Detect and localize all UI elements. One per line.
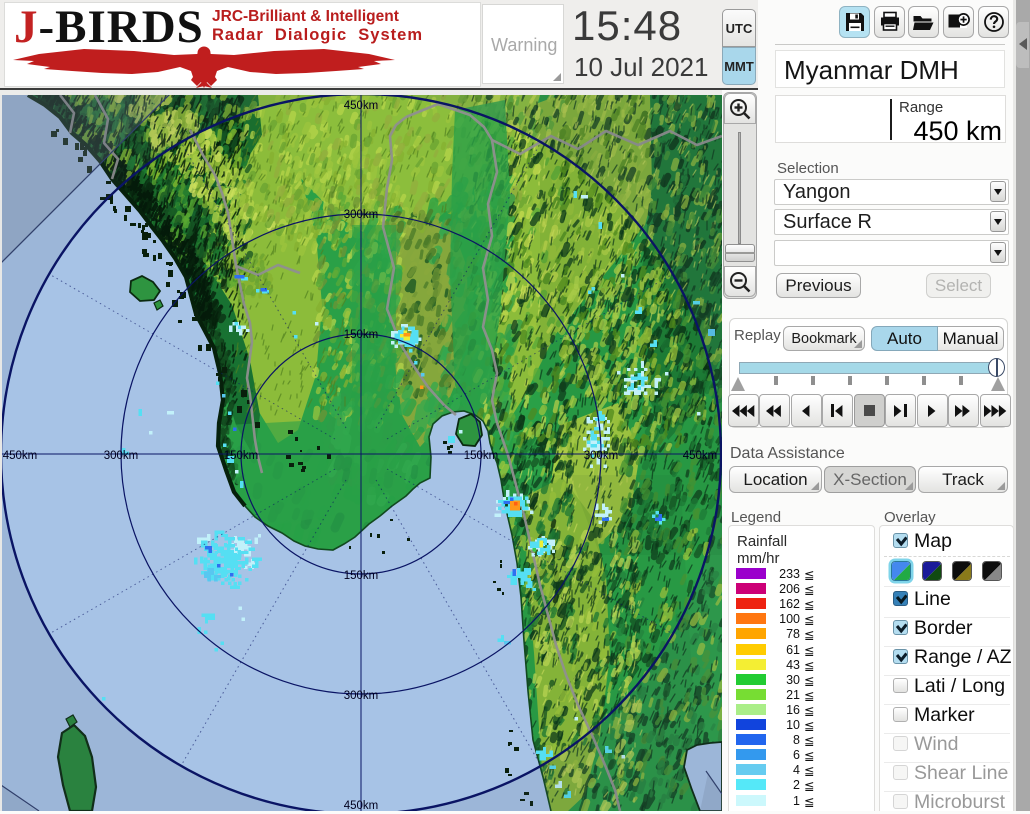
svg-text:450km: 450km [344,100,379,112]
svg-text:450km: 450km [344,800,379,811]
svg-text:300km: 300km [104,450,139,462]
svg-text:150km: 150km [344,329,379,341]
svg-text:150km: 150km [344,570,379,582]
svg-text:450km: 450km [683,450,718,462]
svg-text:150km: 150km [464,450,499,462]
svg-text:300km: 300km [344,209,379,221]
svg-text:450km: 450km [3,450,38,462]
svg-text:300km: 300km [344,690,379,702]
svg-text:150km: 150km [224,450,259,462]
svg-text:300km: 300km [584,450,619,462]
